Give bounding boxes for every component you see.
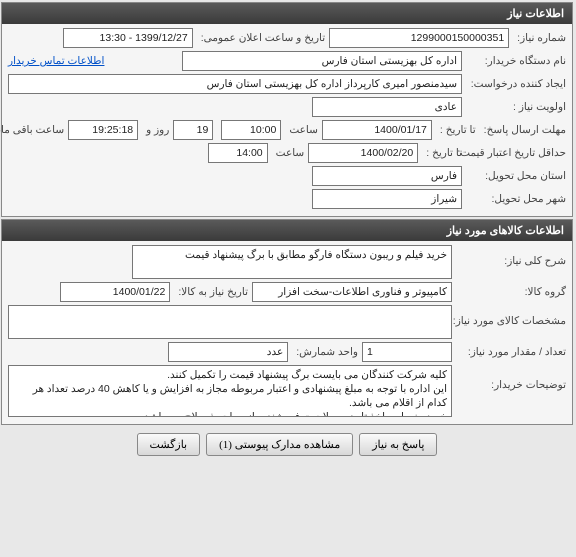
group-label: گروه کالا: <box>457 286 567 298</box>
to-date-label: تا تاریخ : <box>437 124 477 136</box>
group-field[interactable] <box>253 282 453 302</box>
panel-header-1: اطلاعات نیاز <box>3 3 573 24</box>
to-date-label-2: تا تاریخ : <box>423 147 463 159</box>
hour-label-1: ساعت <box>286 124 319 136</box>
deadline-label: مهلت ارسال پاسخ: <box>481 124 567 136</box>
spec-field[interactable] <box>9 305 453 339</box>
qty-label: تعداد / مقدار مورد نیاز: <box>457 346 567 358</box>
deadline-date-field[interactable] <box>323 120 433 140</box>
deadline-time-field[interactable] <box>222 120 282 140</box>
desc-field[interactable] <box>133 245 453 279</box>
panel-body-1: شماره نیاز: تاریخ و ساعت اعلان عمومی: نا… <box>3 24 573 216</box>
contact-link[interactable]: اطلاعات تماس خریدار <box>9 55 105 67</box>
desc-label: شرح کلی نیاز: <box>457 245 567 267</box>
need-info-panel: اطلاعات نیاز شماره نیاز: تاریخ و ساعت اع… <box>2 2 574 217</box>
city-label: شهر محل تحویل: <box>467 193 567 205</box>
back-button[interactable]: بازگشت <box>138 433 202 456</box>
panel-header-2: اطلاعات کالاهای مورد نیاز <box>3 220 573 241</box>
days-remaining-field[interactable] <box>174 120 214 140</box>
remain-label: ساعت باقی مانده <box>0 124 65 136</box>
priority-label: اولویت نیاز : <box>467 101 567 113</box>
valid-date-field[interactable] <box>309 143 419 163</box>
goods-info-panel: اطلاعات کالاهای مورد نیاز شرح کلی نیاز: … <box>2 219 574 425</box>
hour-label-2: ساعت <box>273 147 306 159</box>
buyer-label: نام دستگاه خریدار: <box>467 55 567 67</box>
valid-time-field[interactable] <box>209 143 269 163</box>
need-no-label: شماره نیاز: <box>514 32 567 44</box>
pub-date-label: تاریخ و ساعت اعلان عمومی: <box>198 32 326 44</box>
province-field[interactable] <box>313 166 463 186</box>
creator-field[interactable] <box>9 74 463 94</box>
view-docs-button[interactable]: مشاهده مدارک پیوستی (1) <box>207 433 354 456</box>
unit-label: واحد شمارش: <box>293 346 359 358</box>
unit-field[interactable] <box>169 342 289 362</box>
need-date-label: تاریخ نیاز به کالا: <box>175 286 249 298</box>
notes-field[interactable] <box>9 365 453 417</box>
time-remaining-field[interactable] <box>69 120 139 140</box>
need-date-field[interactable] <box>61 282 171 302</box>
valid-label: حداقل تاریخ اعتبار قیمت: <box>467 147 567 159</box>
days-label: روز و <box>143 124 170 136</box>
notes-label: توضیحات خریدار: <box>457 365 567 391</box>
priority-field[interactable] <box>313 97 463 117</box>
pub-date-field[interactable] <box>64 28 194 48</box>
spec-label: مشخصات کالای مورد نیاز: <box>457 305 567 327</box>
creator-label: ایجاد کننده درخواست: <box>467 78 567 90</box>
need-no-field[interactable] <box>330 28 510 48</box>
reply-button[interactable]: پاسخ به نیاز <box>360 433 438 456</box>
buyer-field[interactable] <box>183 51 463 71</box>
button-row: پاسخ به نیاز مشاهده مدارک پیوستی (1) باز… <box>0 427 576 462</box>
qty-field[interactable] <box>363 342 453 362</box>
panel-body-2: شرح کلی نیاز: گروه کالا: تاریخ نیاز به ک… <box>3 241 573 424</box>
city-field[interactable] <box>313 189 463 209</box>
province-label: استان محل تحویل: <box>467 170 567 182</box>
